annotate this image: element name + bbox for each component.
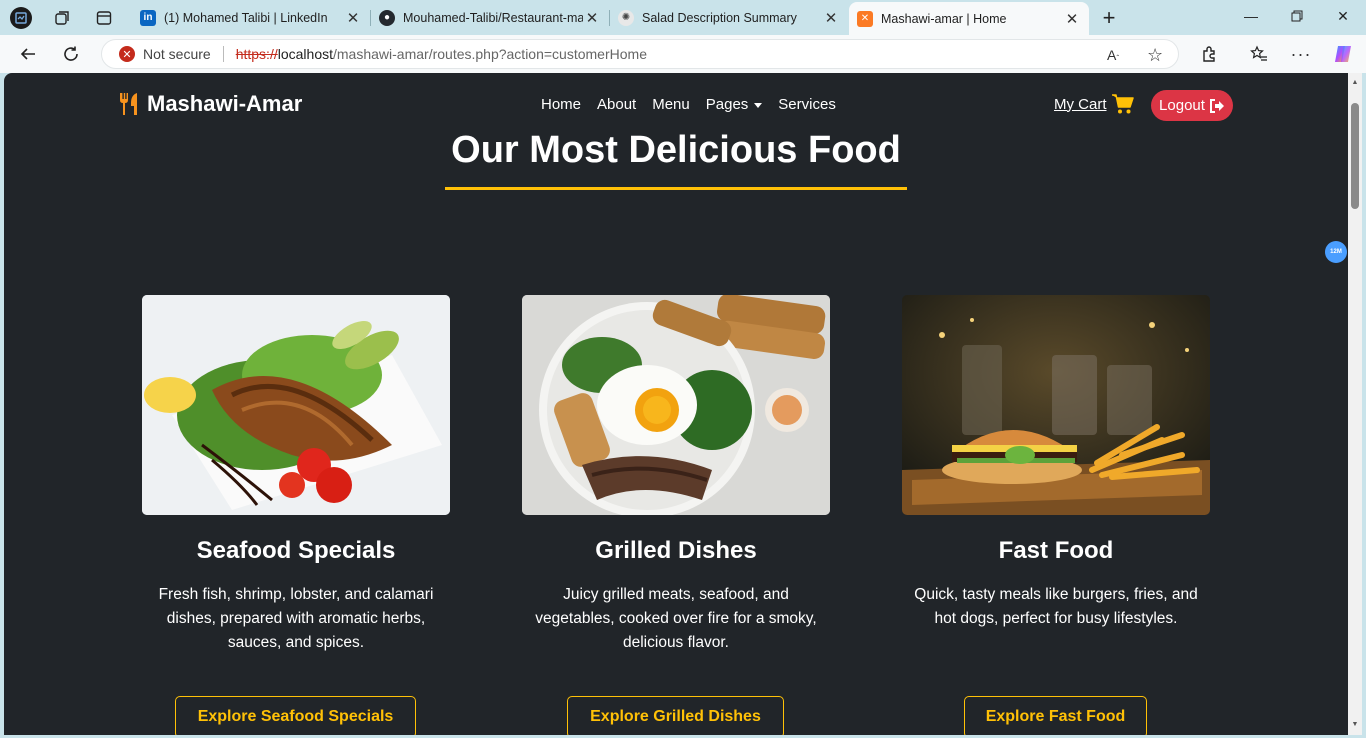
workspaces-icon[interactable]	[49, 5, 75, 31]
page-scrollbar[interactable]: ▲ ▼	[1348, 73, 1362, 735]
page-viewport: Mashawi-Amar Home About Menu Pages Servi…	[4, 73, 1348, 735]
card-title: Grilled Dishes	[595, 537, 757, 564]
address-bar[interactable]: ✕ Not secure https://localhost/mashawi-a…	[101, 39, 1179, 69]
close-icon[interactable]: ✕	[583, 9, 601, 27]
logout-label: Logout	[1159, 97, 1205, 114]
chatgpt-icon: ✺	[618, 9, 634, 26]
close-icon[interactable]: ✕	[1063, 10, 1081, 28]
nav-services[interactable]: Services	[778, 96, 836, 113]
close-icon[interactable]: ✕	[822, 9, 840, 27]
scroll-up-icon[interactable]: ▲	[1351, 79, 1359, 87]
card-description: Fresh fish, shrimp, lobster, and calamar…	[158, 586, 434, 651]
linkedin-icon: in	[140, 9, 156, 26]
explore-seafood-button[interactable]: Explore Seafood Specials	[175, 696, 416, 735]
close-icon[interactable]: ✕	[344, 9, 362, 27]
brand-logo[interactable]: Mashawi-Amar	[117, 91, 302, 117]
food-card-fast-food: Fast Food Quick, tasty meals like burger…	[902, 295, 1210, 631]
tab-github[interactable]: ● Mouhamed-Talibi/Restaurant-ma ✕	[371, 2, 610, 33]
tab-title: Mouhamed-Talibi/Restaurant-ma	[403, 10, 583, 25]
brand-name: Mashawi-Amar	[147, 91, 303, 116]
nav-menu[interactable]: Menu	[652, 96, 690, 113]
explore-grilled-button[interactable]: Explore Grilled Dishes	[567, 696, 784, 735]
favorite-star-icon[interactable]: ☆	[1147, 40, 1163, 70]
tab-actions-icon[interactable]	[91, 5, 117, 31]
profile-avatar-icon[interactable]	[8, 5, 34, 31]
security-label[interactable]: Not secure	[143, 46, 211, 62]
grilled-image	[522, 295, 830, 515]
title-underline	[445, 187, 907, 190]
extensions-icon[interactable]	[1193, 39, 1225, 69]
close-window-icon[interactable]: ✕	[1320, 0, 1366, 32]
food-card-seafood: Seafood Specials Fresh fish, shrimp, lob…	[142, 295, 450, 655]
extension-badge[interactable]: 12M	[1325, 241, 1347, 263]
card-title: Fast Food	[998, 537, 1114, 564]
scrollbar-thumb[interactable]	[1351, 103, 1359, 209]
section-title: Our Most Delicious Food	[451, 129, 901, 171]
browser-toolbar: ✕ Not secure https://localhost/mashawi-a…	[0, 35, 1366, 73]
caret-down-icon	[754, 102, 763, 108]
scroll-down-icon[interactable]: ▼	[1351, 721, 1359, 729]
tab-strip: in (1) Mohamed Talibi | LinkedIn ✕ ● Mou…	[0, 0, 1366, 35]
card-description: Juicy grilled meats, seafood, and vegeta…	[535, 586, 817, 651]
tab-title: (1) Mohamed Talibi | LinkedIn	[164, 10, 328, 25]
more-options-icon[interactable]: ···	[1285, 39, 1317, 69]
refresh-icon[interactable]	[55, 39, 87, 69]
tab-linkedin[interactable]: in (1) Mohamed Talibi | LinkedIn ✕	[132, 2, 371, 33]
nav-home[interactable]: Home	[541, 96, 581, 113]
back-icon[interactable]	[12, 39, 44, 69]
my-cart-link[interactable]: My Cart	[1054, 93, 1135, 115]
utensils-icon	[120, 93, 137, 115]
tab-chatgpt[interactable]: ✺ Salad Description Summary ✕	[610, 2, 848, 33]
not-secure-icon[interactable]: ✕	[119, 46, 135, 62]
card-description: Quick, tasty meals like burgers, fries, …	[914, 586, 1198, 627]
minimize-icon[interactable]: —	[1228, 0, 1274, 32]
read-aloud-icon[interactable]: Aꞈ	[1107, 40, 1119, 70]
restore-icon[interactable]	[1274, 0, 1320, 32]
logout-button[interactable]: Logout	[1151, 90, 1233, 121]
food-card-grilled: Grilled Dishes Juicy grilled meats, seaf…	[522, 295, 830, 655]
new-tab-icon[interactable]: +	[1096, 5, 1122, 31]
card-title: Seafood Specials	[196, 537, 396, 564]
favorites-icon[interactable]	[1243, 39, 1275, 69]
tab-title: Salad Description Summary	[642, 10, 797, 25]
sign-out-icon	[1209, 98, 1224, 113]
fast-food-image	[902, 295, 1210, 515]
github-icon: ●	[379, 9, 395, 26]
main-nav: Home About Menu Pages Services	[541, 96, 852, 113]
explore-fast-food-button[interactable]: Explore Fast Food	[964, 696, 1147, 735]
nav-pages-dropdown[interactable]: Pages	[706, 96, 763, 113]
xampp-icon: ✕	[857, 10, 873, 27]
nav-pages-label: Pages	[705, 96, 749, 113]
cart-label: My Cart	[1054, 95, 1107, 113]
seafood-image	[142, 295, 450, 515]
copilot-icon[interactable]	[1327, 39, 1359, 69]
shopping-cart-icon	[1111, 94, 1134, 114]
nav-about[interactable]: About	[597, 96, 636, 113]
tab-title: Mashawi-amar | Home	[881, 11, 1007, 26]
url-text[interactable]: https://localhost/mashawi-amar/routes.ph…	[236, 46, 647, 62]
tab-mashawi-amar[interactable]: ✕ Mashawi-amar | Home ✕	[849, 2, 1089, 35]
